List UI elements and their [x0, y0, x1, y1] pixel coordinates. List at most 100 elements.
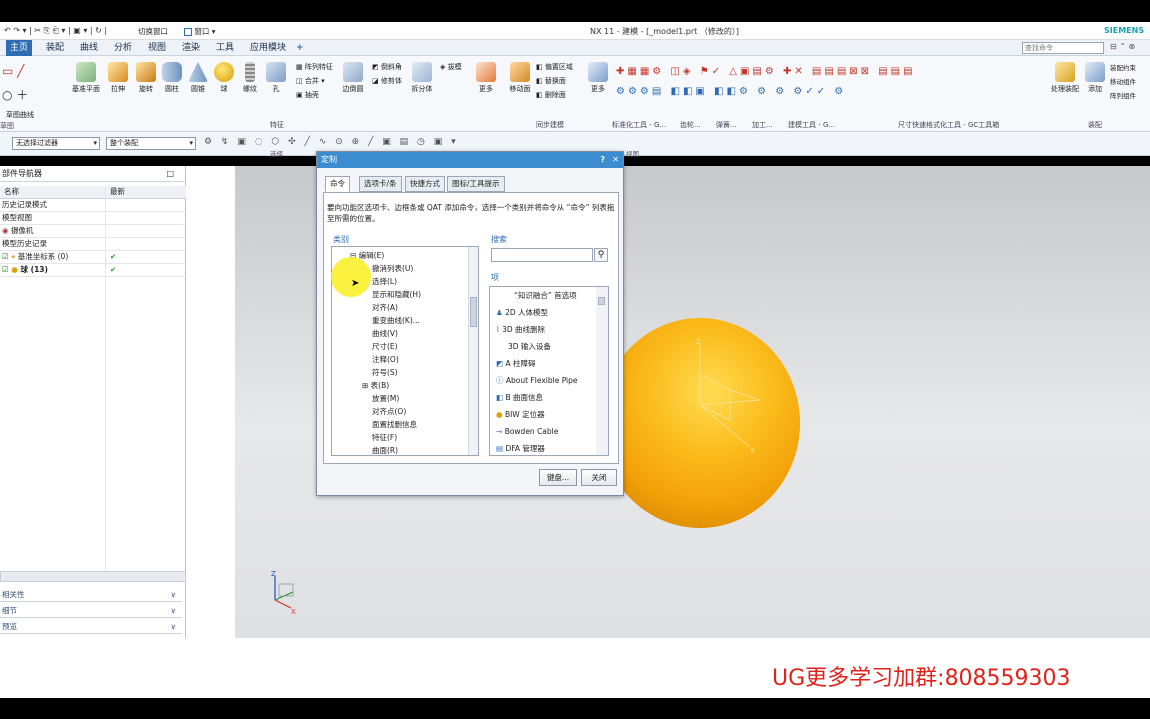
dependencies-panel[interactable]: 相关性 ∨ [0, 588, 182, 602]
checkbox-icon[interactable]: ☑ [2, 252, 9, 261]
standard-tools-icons[interactable]: ✚▦▦⚙ ◫◈ ⚑✓ △▣▤⚙ ✚✕ ▤▤▤⊠⊠ ▤▤▤ [616, 66, 916, 77]
dialog-title-bar[interactable]: 定制 ? ✕ [317, 152, 623, 168]
category-placement[interactable]: 放置(M) [372, 392, 399, 405]
category-select[interactable]: 选择(L) [372, 275, 397, 288]
thread-button[interactable]: 螺纹 [236, 62, 264, 94]
category-show-hide[interactable]: 显示和隐藏(H) [372, 288, 421, 301]
shell-button[interactable]: ▣ 抽壳 [296, 90, 319, 100]
replace-face-button[interactable]: ◧ 替换面 [536, 76, 566, 86]
command-search-input[interactable] [1022, 42, 1104, 54]
revolve-button[interactable]: 旋转 [132, 62, 160, 94]
column-latest[interactable]: 最新 [110, 186, 125, 198]
keyboard-button[interactable]: 键盘... [539, 469, 577, 486]
sphere-button[interactable]: 球 [210, 62, 238, 94]
sketch-curve-label[interactable]: 草图曲线 [6, 110, 34, 120]
search-icon[interactable]: ⚲ [594, 248, 608, 262]
pattern-component-button[interactable]: 阵列组件 [1110, 90, 1136, 100]
tab-commands[interactable]: 命令 [325, 176, 350, 192]
navigator-row-model-history[interactable]: 模型历史记录 [0, 238, 186, 251]
scrollbar-thumb[interactable] [470, 297, 477, 327]
category-dimension[interactable]: 尺寸(E) [372, 340, 398, 353]
item-bowden-cable[interactable]: ⊸ Bowden Cable [496, 425, 558, 438]
more-feature-button[interactable]: 更多 [472, 62, 500, 94]
details-panel[interactable]: 细节 ∨ [0, 604, 182, 618]
item-2d-manikin[interactable]: ♟ 2D 人体模型 [496, 306, 548, 319]
unite-button[interactable]: ◫ 合并 ▾ [296, 76, 325, 86]
category-symbol[interactable]: 符号(S) [372, 366, 398, 379]
scope-select[interactable]: 整个装配 ▾ [106, 137, 196, 150]
category-surface[interactable]: 曲面(R) [372, 444, 398, 457]
item-a-pillar[interactable]: ◩ A 柱障碍 [496, 357, 536, 370]
category-undo-list[interactable]: 撤消列表(U) [372, 262, 413, 275]
tab-shortcuts[interactable]: 快捷方式 [405, 176, 445, 192]
tab-application[interactable]: 应用模块 [246, 40, 290, 56]
checkbox-icon[interactable]: ☑ [2, 265, 9, 274]
tab-tools[interactable]: 工具 [212, 40, 238, 56]
close-button[interactable]: 关闭 [581, 469, 617, 486]
tab-home[interactable]: 主页 [6, 40, 33, 56]
item-biw-locator[interactable]: ● BIW 定位器 [496, 408, 545, 421]
navigator-row-history-mode[interactable]: 历史记录模式 [0, 199, 186, 212]
offset-region-button[interactable]: ◧ 偏置区域 [536, 62, 573, 72]
category-feature[interactable]: 特征(F) [372, 431, 397, 444]
tab-curve[interactable]: 曲线 [76, 40, 102, 56]
tab-render[interactable]: 渲染 [178, 40, 204, 56]
close-icon[interactable]: ✕ [612, 152, 619, 168]
navigator-row-sphere[interactable]: ☑ ● 球 (13) ✔ [0, 264, 186, 277]
cylinder-button[interactable]: 圆柱 [158, 62, 186, 94]
handle-assembly-button[interactable]: 处理装配 [1050, 62, 1080, 94]
navigator-row-datum-csys[interactable]: ☑ ⌖ 基准坐标系 (0) ✔ [0, 251, 186, 264]
datum-plane-button[interactable]: 基准平面 [72, 62, 100, 94]
window-menu-button[interactable]: 窗口 ▾ [184, 26, 216, 37]
trim-body-button[interactable]: ◪ 修剪体 [372, 76, 402, 86]
assembly-constraint-button[interactable]: 装配约束 [1110, 62, 1136, 72]
category-curve[interactable]: 曲线(V) [372, 327, 398, 340]
navigator-row-cameras[interactable]: ◉ 摄像机 [0, 225, 186, 238]
tab-analysis[interactable]: 分析 [110, 40, 136, 56]
item-b-surface[interactable]: ◧ B 曲面信息 [496, 391, 543, 404]
window-controls[interactable]: ⊟ ⌃ ⊗ [1110, 42, 1135, 51]
item-about-flexible-pipe[interactable]: ⓘ About Flexible Pipe [496, 374, 578, 387]
sketch-tools-2[interactable]: ○ ＋ [2, 86, 28, 103]
extrude-button[interactable]: 拉伸 [104, 62, 132, 94]
item-dfa-manager[interactable]: ▤ DFA 管理器 [496, 442, 545, 455]
pattern-feature-button[interactable]: ▦ 阵列特征 [296, 62, 333, 72]
move-face-button[interactable]: 移动面 [506, 62, 534, 94]
category-face-info[interactable]: 面置找删信息 [372, 418, 417, 431]
scrollbar-thumb[interactable] [598, 297, 605, 305]
type-filter-select[interactable]: 无选择过滤器 ▾ [12, 137, 100, 150]
category-align[interactable]: 对齐(A) [372, 301, 398, 314]
split-body-button[interactable]: 拆分体 [408, 62, 436, 94]
category-reparam-curve[interactable]: 重变曲线(K)... [372, 314, 420, 327]
delete-face-button[interactable]: ◧ 删除面 [536, 90, 566, 100]
column-name[interactable]: 名称 [4, 186, 19, 198]
hole-button[interactable]: 孔 [262, 62, 290, 94]
quick-access-toolbar[interactable]: ↶ ↷ ▾ | ✂ ⎘ ⎗ ▾ | ▣ ▾ | ↻ | [4, 26, 107, 36]
more-sync-button[interactable]: 更多 [584, 62, 612, 94]
edge-blend-button[interactable]: 边倒圆 [340, 62, 366, 94]
category-table[interactable]: ⊞ 表(B) [362, 379, 389, 392]
navigator-row-model-views[interactable]: 模型视图 [0, 212, 186, 225]
preview-panel[interactable]: 预览 ∨ [0, 620, 182, 634]
snap-toolbar[interactable]: ⚙ ↯ ▣ ◌ ⬡ ✣ ╱ ∿ ⊙ ⊕ ╱ ▣ ▤ ◷ ▣ ▾ [204, 137, 459, 147]
category-align-point[interactable]: 对齐点(O) [372, 405, 406, 418]
item-3d-input[interactable]: 3D 输入设备 [508, 340, 551, 353]
add-component-button[interactable]: 添加 [1084, 62, 1106, 94]
items-scrollbar[interactable] [596, 287, 608, 455]
horizontal-scrollbar[interactable] [0, 571, 186, 582]
category-scrollbar[interactable] [468, 247, 478, 455]
category-annotation[interactable]: 注释(O) [372, 353, 399, 366]
tab-view[interactable]: 视图 [144, 40, 170, 56]
dialog-search-input[interactable] [491, 248, 593, 262]
sketch-tools[interactable]: ▭ ╱ [2, 64, 24, 78]
move-component-button[interactable]: 移动组件 [1110, 76, 1136, 86]
tab-assembly[interactable]: 装配 [42, 40, 68, 56]
help-icon[interactable]: ? [600, 152, 605, 168]
add-tab-button[interactable]: + [292, 40, 308, 56]
chamfer-button[interactable]: ◩ 倒斜角 [372, 62, 402, 72]
draft-button[interactable]: ◈ 拔模 [440, 62, 462, 72]
tab-tabs-bars[interactable]: 选项卡/条 [359, 176, 402, 192]
standard-tools-icons-2[interactable]: ⚙⚙⚙▤ ◧◧▣ ◧◧⚙ ⚙ ⚙ ⚙✓✓ ⚙ [616, 86, 846, 97]
item-3d-curve-delete[interactable]: ⌇ 3D 曲线删除 [496, 323, 545, 336]
maximize-icon[interactable]: □ [166, 166, 174, 182]
